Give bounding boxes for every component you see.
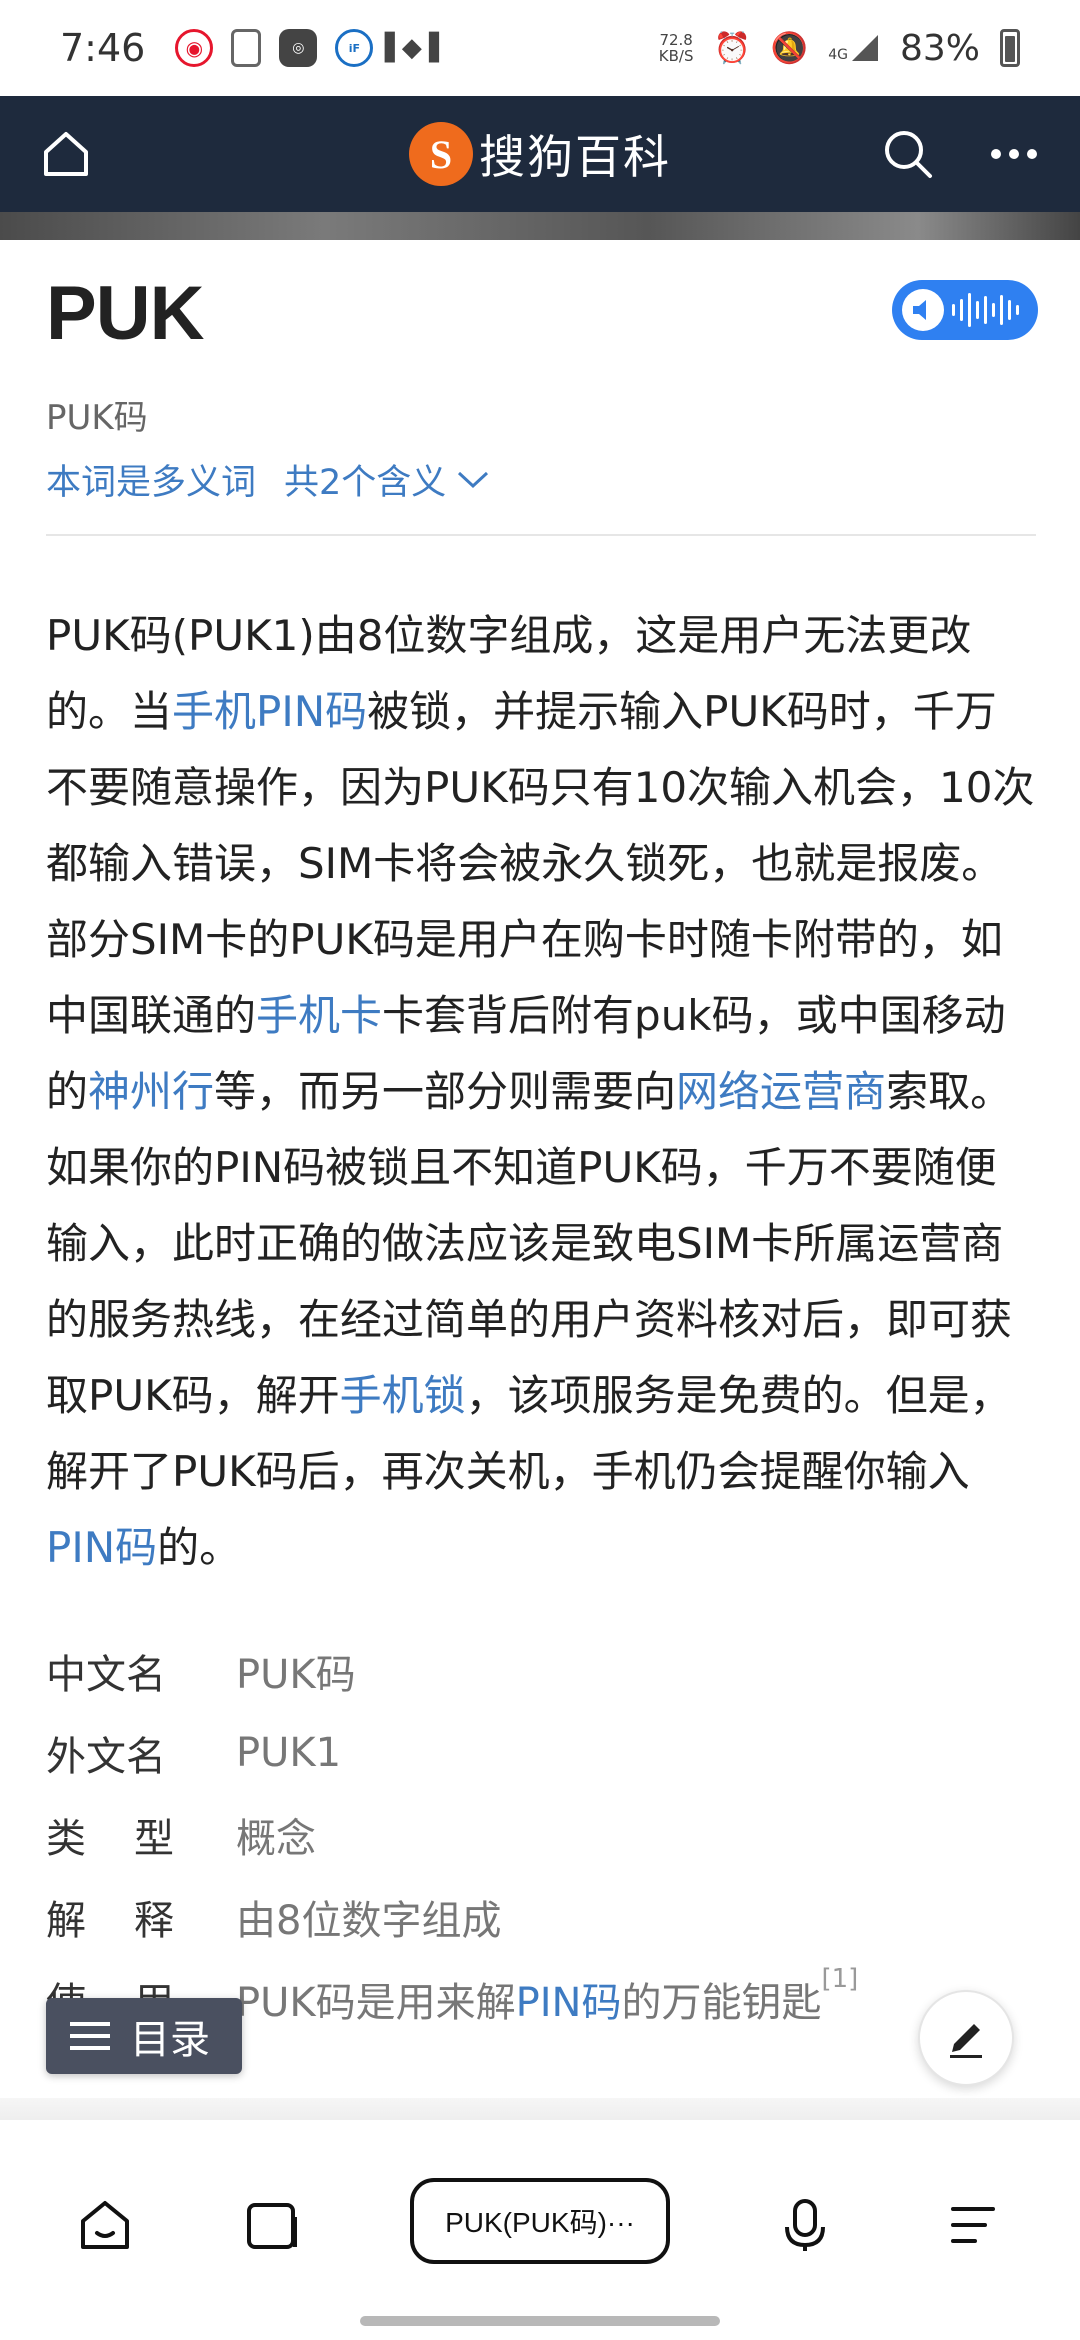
info-key: 中文名 bbox=[46, 1652, 166, 1698]
gesture-navigation-bar[interactable] bbox=[360, 2316, 720, 2326]
more-icon bbox=[991, 149, 1037, 159]
network-speed-unit: KB/S bbox=[658, 47, 694, 65]
divider bbox=[46, 534, 1036, 536]
polysemy-count: 共2个含义 bbox=[284, 463, 447, 503]
toc-menu-icon bbox=[70, 2022, 110, 2050]
browser-home-button[interactable] bbox=[70, 2190, 140, 2260]
link-network-operator[interactable]: 网络运营商 bbox=[676, 1067, 886, 1116]
link-sim-card[interactable]: 手机卡 bbox=[256, 991, 382, 1040]
article-title: PUK bbox=[46, 271, 204, 356]
link-shenzhouxing[interactable]: 神州行 bbox=[88, 1067, 214, 1116]
home-smile-icon bbox=[81, 2201, 129, 2249]
link-pin-code-info[interactable]: PIN码 bbox=[516, 1980, 622, 2026]
status-right: 72.8 KB/S ⏰ 🔕 4G 83% bbox=[659, 28, 1020, 69]
battery-icon bbox=[1000, 29, 1020, 67]
app-header: S 搜狗百科 bbox=[0, 96, 1080, 212]
polysemy-label[interactable]: 本词是多义词 bbox=[46, 454, 256, 505]
article-subtitle: PUK码 bbox=[46, 398, 148, 438]
speaker-icon bbox=[902, 289, 944, 331]
ifly-notification-icon: iF bbox=[335, 29, 374, 67]
paragraph-text: 索取。如果你的PIN码被锁且不知道PUK码，千万不要随便输入，此时正确的做法应该… bbox=[46, 1067, 1013, 1420]
info-key: 外文名 bbox=[46, 1734, 166, 1780]
network-speed-value: 72.8 bbox=[659, 31, 693, 49]
header-actions bbox=[878, 124, 1044, 184]
signal-icon: 4G bbox=[828, 33, 880, 63]
link-phone-lock[interactable]: 手机锁 bbox=[340, 1371, 466, 1420]
network-speed: 72.8 KB/S bbox=[659, 32, 694, 64]
alarm-icon: ⏰ bbox=[713, 30, 751, 66]
edit-pencil-icon bbox=[950, 2024, 982, 2058]
menu-button[interactable] bbox=[938, 2190, 1008, 2260]
sogou-baike-logo[interactable]: S 搜狗百科 bbox=[409, 121, 671, 187]
info-row-foreign-name: 外文名 PUK1 bbox=[46, 1712, 1036, 1794]
home-icon bbox=[44, 132, 88, 176]
mute-icon: 🔕 bbox=[770, 30, 809, 66]
link-pin-code[interactable]: PIN码 bbox=[46, 1523, 157, 1572]
info-key: 解释 bbox=[46, 1898, 222, 1944]
signal-type-label: 4G bbox=[828, 47, 848, 63]
info-value-text: 的万能钥匙 bbox=[621, 1980, 822, 2026]
article-paragraph: PUK码(PUK1)由8位数字组成，这是用户无法更改的。当手机PIN码被锁，并提… bbox=[46, 598, 1038, 1586]
microphone-icon bbox=[785, 2199, 825, 2251]
info-value: PUK码 bbox=[236, 1652, 356, 1698]
menu-lines-icon bbox=[951, 2207, 995, 2243]
banner-image-strip bbox=[0, 212, 1080, 240]
address-bar[interactable]: PUK(PUK码)··· bbox=[410, 2178, 670, 2264]
address-text: PUK(PUK码)··· bbox=[445, 2207, 635, 2238]
paragraph-text: 等，而另一部分则需要向 bbox=[214, 1067, 677, 1116]
search-icon bbox=[885, 131, 932, 178]
link-phone-pin[interactable]: 手机PIN码 bbox=[172, 687, 367, 736]
paragraph-text: 被锁，并提示输入PUK码时，千万不要随意操作，因为PUK码只有10次输入机会，1… bbox=[46, 687, 1035, 1040]
tabs-button[interactable] bbox=[238, 2190, 308, 2260]
polysemy-count-toggle[interactable]: 共2个含义 bbox=[284, 454, 490, 505]
sogou-logo-icon: S bbox=[409, 122, 473, 186]
info-row-chinese-name: 中文名 PUK码 bbox=[46, 1630, 1036, 1712]
info-box: 中文名 PUK码 外文名 PUK1 类型 概念 解释 由8位数字组成 使用 PU… bbox=[46, 1630, 1036, 2040]
tabs-icon bbox=[247, 2203, 297, 2249]
battery-percent: 83% bbox=[899, 27, 980, 69]
toc-button[interactable]: 目录 bbox=[46, 1998, 242, 2074]
camera-notification-icon: ◎ bbox=[279, 29, 318, 67]
home-button[interactable] bbox=[36, 124, 96, 184]
page: 7:46 ◉ ◎ iF ▌◆▐ 72.8 KB/S ⏰ 🔕 4G 83% S 搜… bbox=[0, 0, 1080, 2340]
status-time: 7:46 bbox=[60, 26, 146, 70]
more-button[interactable] bbox=[984, 124, 1044, 184]
status-bar: 7:46 ◉ ◎ iF ▌◆▐ 72.8 KB/S ⏰ 🔕 4G 83% bbox=[0, 0, 1080, 96]
edit-button[interactable] bbox=[918, 1990, 1014, 2086]
content-bottom-shade bbox=[0, 2098, 1080, 2120]
info-row-explanation: 解释 由8位数字组成 bbox=[46, 1876, 1036, 1958]
info-row-type: 类型 概念 bbox=[46, 1794, 1036, 1876]
polysemy-row: 本词是多义词 共2个含义 bbox=[46, 454, 490, 505]
voice-input-button[interactable] bbox=[770, 2190, 840, 2260]
info-value: PUK码是用来解PIN码的万能钥匙[1] bbox=[236, 1964, 858, 2028]
app-notification-icon: ▌◆▐ bbox=[384, 33, 439, 63]
chevron-down-icon bbox=[458, 471, 489, 488]
document-notification-icon bbox=[231, 29, 262, 67]
logo-text: 搜狗百科 bbox=[479, 130, 671, 184]
info-value: 概念 bbox=[236, 1816, 316, 1862]
toc-label: 目录 bbox=[130, 2017, 210, 2063]
info-key: 类型 bbox=[46, 1816, 222, 1862]
info-value-text: PUK码是用来解 bbox=[236, 1980, 516, 2026]
paragraph-text: 的。 bbox=[157, 1523, 242, 1572]
info-value: PUK1 bbox=[236, 1730, 342, 1776]
reference-marker[interactable]: [1] bbox=[821, 1964, 858, 1994]
weibo-notification-icon: ◉ bbox=[175, 29, 214, 67]
audio-wave-icon bbox=[952, 293, 1019, 327]
info-value: 由8位数字组成 bbox=[236, 1898, 502, 1944]
search-button[interactable] bbox=[878, 124, 938, 184]
voice-read-button[interactable] bbox=[892, 280, 1038, 340]
browser-bottom-bar: PUK(PUK码)··· bbox=[0, 2120, 1080, 2340]
status-left: 7:46 ◉ ◎ iF ▌◆▐ bbox=[60, 26, 439, 70]
